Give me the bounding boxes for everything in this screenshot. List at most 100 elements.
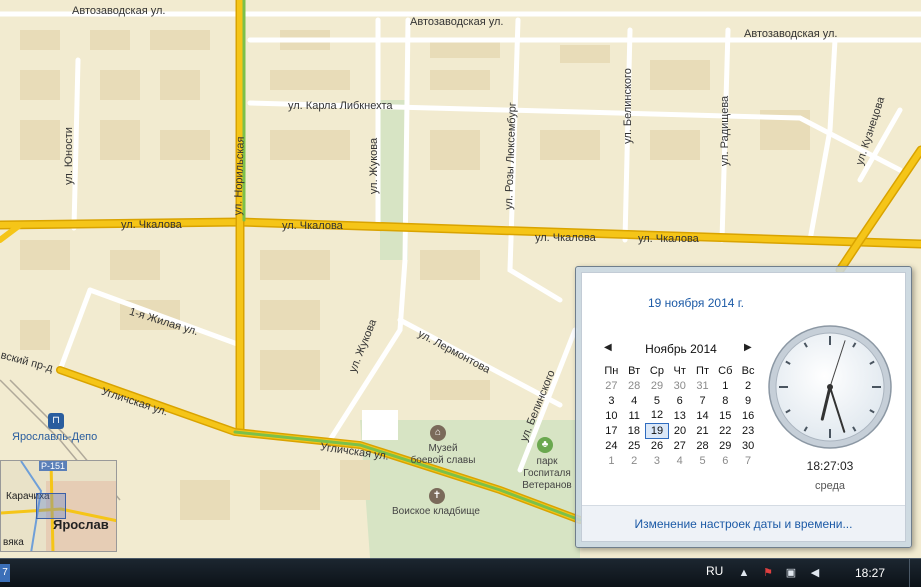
street-label: ул. Чкалова <box>121 219 182 231</box>
calendar-day[interactable]: 20 <box>668 423 691 438</box>
calendar-day-other-month[interactable]: 4 <box>668 453 691 468</box>
museum-label: Музей боевой славы <box>410 443 476 466</box>
calendar-day[interactable]: 15 <box>714 408 737 423</box>
calendar-day-other-month[interactable]: 30 <box>668 378 691 393</box>
digital-time: 18:27:03 <box>806 459 854 473</box>
calendar-day[interactable]: 26 <box>646 438 669 453</box>
calendar-day-other-month[interactable]: 31 <box>691 378 714 393</box>
action-center-flag-icon[interactable]: ⚑ <box>761 566 775 580</box>
calendar-day-today[interactable]: 19 <box>645 422 669 439</box>
calendar-day[interactable]: 22 <box>714 423 737 438</box>
street-label: ул. Чкалова <box>282 220 343 232</box>
street-label: Автозаводская ул. <box>72 5 166 17</box>
calendar-day[interactable]: 21 <box>691 423 714 438</box>
weekday-header: Чт <box>673 365 686 377</box>
popup-body: 19 ноября 2014 г. ◀ Ноябрь 2014 ▶ Пн Вт Ср… <box>581 272 906 542</box>
calendar-day[interactable]: 29 <box>714 438 737 453</box>
start-button[interactable]: 7 <box>0 564 10 582</box>
calendar-week-row: 1234567 <box>600 453 760 468</box>
calendar-day-other-month[interactable]: 28 <box>623 378 646 393</box>
train-station-icon[interactable]: ⊓ <box>48 413 64 429</box>
calendar-days: 27 28 29 30 31 1 2 3 4 5 6 7 8 9 10 11 12 13 14 15 16 17 18 19 2… <box>600 378 760 468</box>
settings-bar: Изменение настроек даты и времени... <box>582 505 905 541</box>
street-label: ул. Радищева <box>719 95 732 167</box>
street-label: ул. Чкалова <box>535 232 596 244</box>
calendar-day[interactable]: 12 <box>646 408 669 423</box>
calendar-day[interactable]: 27 <box>668 438 691 453</box>
weekday-header: Пт <box>696 365 709 377</box>
calendar-week-row: 27 28 29 30 31 1 2 <box>600 378 760 393</box>
calendar-day[interactable]: 7 <box>691 393 714 408</box>
calendar-day[interactable]: 5 <box>646 393 669 408</box>
clock-calendar-popup: 19 ноября 2014 г. ◀ Ноябрь 2014 ▶ Пн Вт Ср… <box>575 266 912 548</box>
weekday-header: Вс <box>741 365 755 377</box>
network-icon[interactable]: ▣ <box>784 566 798 580</box>
cemetery-icon[interactable]: ✝ <box>429 488 445 504</box>
calendar-day[interactable]: 24 <box>600 438 623 453</box>
calendar-day-other-month[interactable]: 7 <box>737 453 760 468</box>
full-date-link[interactable]: 19 ноября 2014 г. <box>582 296 810 310</box>
minimap-lower-label: вяка <box>3 537 24 548</box>
calendar-day[interactable]: 2 <box>737 378 760 393</box>
calendar-day[interactable]: 23 <box>737 423 760 438</box>
taskbar: 7 RU ▲ ⚑ ▣ ◀ 18:27 <box>0 558 921 587</box>
calendar-day-other-month[interactable]: 27 <box>600 378 623 393</box>
calendar-day[interactable]: 11 <box>623 408 646 423</box>
language-indicator[interactable]: RU <box>706 564 723 578</box>
calendar-day-other-month[interactable]: 29 <box>646 378 669 393</box>
calendar-day[interactable]: 28 <box>691 438 714 453</box>
minimap-viewport[interactable] <box>36 493 66 519</box>
change-date-time-settings-link[interactable]: Изменение настроек даты и времени... <box>582 517 905 531</box>
calendar-day-other-month[interactable]: 2 <box>623 453 646 468</box>
plaza-area <box>362 410 398 440</box>
street-label: ул. Карла Либкнехта <box>288 100 393 112</box>
weekday-header-row: Пн Вт Ср Чт Пт Сб Вс <box>600 364 760 378</box>
street-label: ул. Белинского <box>621 68 634 144</box>
minimap-city-label: Ярослав <box>53 517 109 532</box>
calendar-day[interactable]: 13 <box>668 408 691 423</box>
street-label: Автозаводская ул. <box>410 16 504 28</box>
train-station-label: Ярославль-Депо <box>12 431 98 443</box>
weekday-header: Ср <box>649 365 664 377</box>
calendar-day[interactable]: 4 <box>623 393 646 408</box>
calendar-day[interactable]: 1 <box>714 378 737 393</box>
calendar-day[interactable]: 8 <box>714 393 737 408</box>
calendar-week-row: 3456789 <box>600 393 760 408</box>
calendar-day[interactable]: 30 <box>737 438 760 453</box>
calendar-day[interactable]: 9 <box>737 393 760 408</box>
park-icon[interactable]: ♣ <box>537 437 553 453</box>
next-month-arrow-icon[interactable]: ▶ <box>744 342 752 353</box>
weekday-header: Пн <box>604 365 619 377</box>
show-hidden-icons-icon[interactable]: ▲ <box>737 566 751 580</box>
volume-icon[interactable]: ◀ <box>808 566 822 580</box>
minimap-road-badge: Р-151 <box>39 461 68 471</box>
calendar-week-row: 17 18 19 20 21 22 23 <box>600 422 760 439</box>
show-desktop-button[interactable] <box>909 559 921 587</box>
calendar-day[interactable]: 6 <box>668 393 691 408</box>
weekday-name: среда <box>814 480 846 492</box>
calendar-day-other-month[interactable]: 3 <box>646 453 669 468</box>
calendar-week-row: 10 11 12 13 14 15 16 <box>600 408 760 423</box>
street-label: ул. Юности <box>62 127 75 185</box>
calendar-day[interactable]: 16 <box>737 408 760 423</box>
calendar-day[interactable]: 14 <box>691 408 714 423</box>
weekday-header: Вт <box>628 365 641 377</box>
taskbar-clock[interactable]: 18:27 <box>855 566 885 580</box>
prev-month-arrow-icon[interactable]: ◀ <box>604 342 612 353</box>
calendar-day-other-month[interactable]: 1 <box>600 453 623 468</box>
calendar-grid: Пн Вт Ср Чт Пт Сб Вс 27 28 29 30 31 1 2 3 4 5 6 7 8 9 10 11 12… <box>600 364 760 468</box>
calendar-day-other-month[interactable]: 5 <box>691 453 714 468</box>
month-title[interactable]: Ноябрь 2014 <box>612 342 750 356</box>
calendar-day[interactable]: 17 <box>600 423 623 438</box>
cemetery-label: Воиское кладбище <box>392 506 480 517</box>
analog-clock <box>768 325 892 449</box>
park-label: парк Госпиталя Ветеранов <box>522 456 572 491</box>
calendar-day[interactable]: 3 <box>600 393 623 408</box>
overview-minimap[interactable]: Р-151 Карачиха Ярослав вяка <box>0 460 117 552</box>
calendar-week-row: 24 25 26 27 28 29 30 <box>600 438 760 453</box>
calendar-day[interactable]: 18 <box>623 423 646 438</box>
calendar-day[interactable]: 10 <box>600 408 623 423</box>
calendar-day[interactable]: 25 <box>623 438 646 453</box>
calendar-day-other-month[interactable]: 6 <box>714 453 737 468</box>
museum-icon[interactable]: ⌂ <box>430 425 446 441</box>
